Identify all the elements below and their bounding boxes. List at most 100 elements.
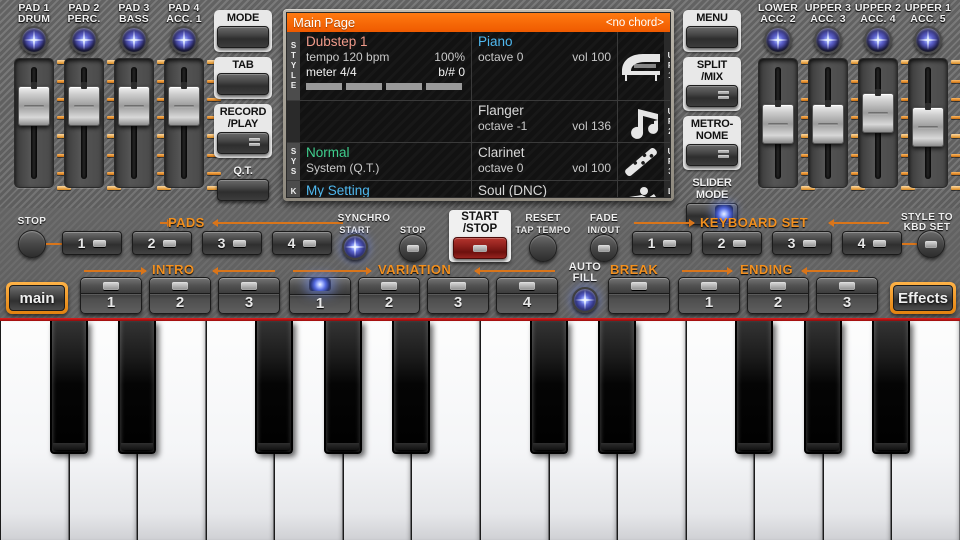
left-part-button-2[interactable] <box>70 26 98 54</box>
display-tone-cell[interactable]: Flangeroctave -1vol 136 <box>472 101 618 142</box>
left-part-button-4[interactable] <box>170 26 198 54</box>
display-tone-cell[interactable]: Soul (DNC)octave 0vol 100 <box>472 181 618 198</box>
variation-button-1[interactable]: 1 <box>289 277 351 314</box>
black-key-C-sharp[interactable] <box>530 321 568 454</box>
button-pad[interactable] <box>686 144 738 166</box>
ending-button-2[interactable]: 2 <box>747 277 809 314</box>
pad-button-4[interactable]: 4 <box>272 231 332 255</box>
intro-button-2[interactable]: 2 <box>149 277 211 314</box>
keyboard-set-button-3[interactable]: 3 <box>772 231 832 255</box>
keyboard-set-button-4[interactable]: 4 <box>842 231 902 255</box>
display-left-cell[interactable]: Dubstep 1tempo 120 bpm100%meter 4/4b/# 0 <box>300 32 472 100</box>
style-to-kbd-set-button[interactable] <box>917 230 945 258</box>
display-icon-cell[interactable] <box>618 181 664 198</box>
slider-thumb[interactable] <box>68 86 100 126</box>
stop-button[interactable] <box>18 230 46 258</box>
right-part-button-3[interactable] <box>864 26 892 54</box>
right-slider-1[interactable] <box>758 58 798 188</box>
auto-fill-button[interactable] <box>572 287 598 313</box>
display-tone-cell[interactable]: Pianooctave 0vol 100 <box>472 32 618 100</box>
left-part-button-3[interactable] <box>120 26 148 54</box>
synchro-start-button[interactable] <box>342 234 368 260</box>
left-button-tab[interactable]: TAB <box>214 57 272 99</box>
button-pad[interactable] <box>217 132 269 154</box>
right-button-metro-nome[interactable]: METRO-NOME <box>683 116 741 170</box>
variation-arrow-left <box>293 270 371 272</box>
left-slider-3[interactable] <box>114 58 154 188</box>
variation-button-2[interactable]: 2 <box>358 277 420 314</box>
right-part-button-2[interactable] <box>814 26 842 54</box>
button-pad[interactable] <box>217 179 269 201</box>
slider-thumb[interactable] <box>912 107 944 147</box>
keyboard-set-button-1[interactable]: 1 <box>632 231 692 255</box>
pad-button-1[interactable]: 1 <box>62 231 122 255</box>
variation-button-4[interactable]: 4 <box>496 277 558 314</box>
button-pad[interactable] <box>217 73 269 95</box>
black-key-F-sharp[interactable] <box>255 321 293 454</box>
pad-button-3[interactable]: 3 <box>202 231 262 255</box>
lcd-display[interactable]: Main Page <no chord> STYLEDubstep 1tempo… <box>283 9 674 201</box>
start-stop-button[interactable]: START/STOP <box>449 210 511 262</box>
ending-button-3[interactable]: 3 <box>816 277 878 314</box>
right-slider-label-4: UPPER 1ACC. 5 <box>899 3 957 25</box>
slider-thumb[interactable] <box>18 86 50 126</box>
display-part-tag: UP1 <box>664 32 671 100</box>
left-part-button-1[interactable] <box>20 26 48 54</box>
black-key-A-sharp[interactable] <box>392 321 430 454</box>
main-button[interactable]: main <box>6 282 68 314</box>
display-tone-cell[interactable]: Clarinetoctave 0vol 100 <box>472 143 618 180</box>
right-part-button-4[interactable] <box>914 26 942 54</box>
start-stop-pad[interactable] <box>453 237 507 259</box>
intro-button-3[interactable]: 3 <box>218 277 280 314</box>
left-button-record-play[interactable]: RECORD/PLAY <box>214 104 272 158</box>
left-button-mode[interactable]: MODE <box>214 10 272 52</box>
right-slider-3[interactable] <box>858 58 898 188</box>
left-slider-2[interactable] <box>64 58 104 188</box>
effects-button[interactable]: Effects <box>890 282 956 314</box>
black-key-D-sharp[interactable] <box>598 321 636 454</box>
display-row-3[interactable]: SYSNormalSystem (Q.T.)Clarinetoctave 0vo… <box>287 143 670 181</box>
variation-button-3[interactable]: 3 <box>427 277 489 314</box>
fade-in-out-button[interactable] <box>590 234 618 262</box>
black-key-F-sharp[interactable] <box>735 321 773 454</box>
synchro-stop-button[interactable] <box>399 234 427 262</box>
left-button-q-t[interactable]: Q.T. <box>214 163 272 201</box>
slider-thumb[interactable] <box>168 86 200 126</box>
display-icon-cell[interactable] <box>618 101 664 142</box>
black-key-G-sharp[interactable] <box>324 321 362 454</box>
pads-arrow-right <box>213 222 343 224</box>
display-icon-cell[interactable] <box>618 143 664 180</box>
display-row-1[interactable]: STYLEDubstep 1tempo 120 bpm100%meter 4/4… <box>287 32 670 101</box>
left-slider-4[interactable] <box>164 58 204 188</box>
right-part-button-1[interactable] <box>764 26 792 54</box>
right-slider-2[interactable] <box>808 58 848 188</box>
piano-keyboard[interactable] <box>0 318 960 540</box>
slider-thumb[interactable] <box>862 93 894 133</box>
black-key-A-sharp[interactable] <box>872 321 910 454</box>
right-slider-4[interactable] <box>908 58 948 188</box>
keyboard-set-button-2[interactable]: 2 <box>702 231 762 255</box>
black-key-C-sharp[interactable] <box>50 321 88 454</box>
button-pad[interactable] <box>217 26 269 48</box>
black-key-D-sharp[interactable] <box>118 321 156 454</box>
reset-tap-tempo-button[interactable] <box>529 234 557 262</box>
display-left-cell[interactable] <box>300 101 472 142</box>
slider-thumb[interactable] <box>762 104 794 144</box>
intro-button-1[interactable]: 1 <box>80 277 142 314</box>
slider-thumb[interactable] <box>118 86 150 126</box>
display-left-cell[interactable]: NormalSystem (Q.T.) <box>300 143 472 180</box>
button-pad[interactable] <box>686 85 738 107</box>
black-key-G-sharp[interactable] <box>804 321 842 454</box>
display-row-4[interactable]: KBDMy SettingKeyboard Set LibrarySoul (D… <box>287 181 670 198</box>
display-left-cell[interactable]: My SettingKeyboard Set Library <box>300 181 472 198</box>
ending-button-1[interactable]: 1 <box>678 277 740 314</box>
right-button-menu[interactable]: MENU <box>683 10 741 52</box>
left-slider-1[interactable] <box>14 58 54 188</box>
display-icon-cell[interactable] <box>618 32 664 100</box>
pad-button-2[interactable]: 2 <box>132 231 192 255</box>
button-pad[interactable] <box>686 26 738 48</box>
display-row-2[interactable]: Flangeroctave -1vol 136UP2 <box>287 101 670 143</box>
break-button[interactable] <box>608 277 670 314</box>
right-button-split-mix[interactable]: SPLIT/MIX <box>683 57 741 111</box>
slider-thumb[interactable] <box>812 104 844 144</box>
